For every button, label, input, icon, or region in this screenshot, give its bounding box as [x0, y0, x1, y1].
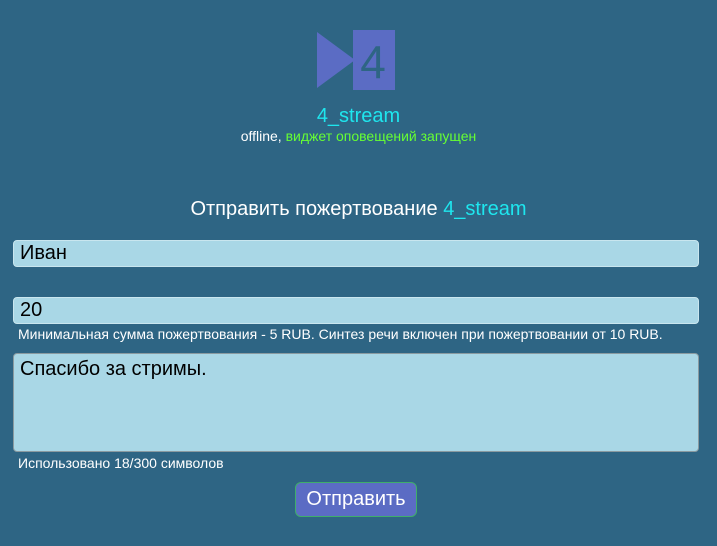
- heading-channel: 4_stream: [443, 198, 527, 220]
- channel-logo: 4: [317, 30, 395, 90]
- channel-name: 4_stream: [316, 105, 401, 127]
- logo-digit: 4: [360, 36, 386, 88]
- heading-text: Отправить пожертвование: [190, 198, 444, 220]
- channel-status: offline, виджет оповещений запущен: [0, 127, 717, 145]
- amount-input[interactable]: [13, 297, 699, 324]
- status-widget: виджет оповещений запущен: [285, 128, 477, 144]
- submit-button[interactable]: Отправить: [295, 482, 417, 517]
- logo-icon: 4: [317, 30, 395, 90]
- status-separator: ,: [277, 128, 286, 144]
- min-amount-hint: Минимальная сумма пожертвования - 5 RUB.…: [18, 326, 663, 342]
- donation-heading: Отправить пожертвование 4_stream: [0, 196, 717, 222]
- message-textarea[interactable]: Спасибо за стримы.: [13, 353, 699, 452]
- status-offline: offline: [240, 128, 278, 144]
- name-input[interactable]: [13, 240, 699, 267]
- char-count: Использовано 18/300 символов: [18, 455, 224, 471]
